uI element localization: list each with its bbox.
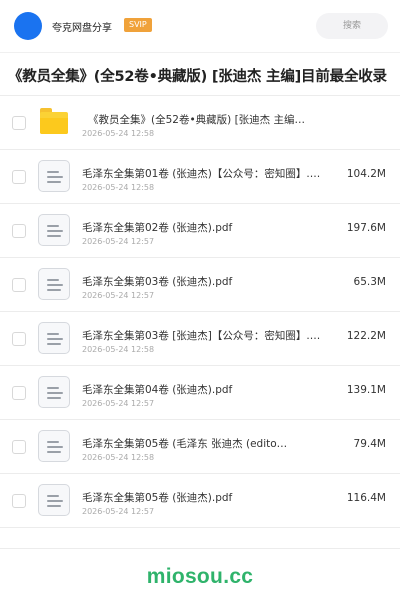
file-name: 毛泽东全集第05卷 (毛泽东 张迪杰 (edito…	[82, 438, 288, 450]
file-name: 毛泽东全集第03卷 [张迪杰]【公众号：密知圈】.…	[82, 330, 321, 342]
list-item[interactable]: 毛泽东全集第03卷 [张迪杰]【公众号：密知圈】.… 2026-05-24 12…	[0, 312, 400, 366]
list-item[interactable]: 毛泽东全集第04卷 (张迪杰).pdf 2026-05-24 12:57 139…	[0, 366, 400, 420]
file-date: 2026-05-24 12:57	[82, 237, 155, 246]
search-input[interactable]: 搜索	[316, 13, 388, 39]
item-checkbox[interactable]	[12, 224, 26, 238]
file-size: 116.4M	[346, 492, 386, 504]
file-date: 2026-05-24 12:57	[82, 399, 155, 408]
file-size: 65.3M	[353, 276, 386, 288]
footer: miosou.cc	[0, 548, 400, 600]
document-icon	[38, 268, 70, 300]
file-size: 197.6M	[346, 222, 386, 234]
file-name: 毛泽东全集第05卷 (张迪杰).pdf	[82, 492, 233, 504]
list-item-folder[interactable]: 《教员全集》(全52卷•典藏版) [张迪杰 主编… 2026-05-24 12:…	[0, 96, 400, 150]
list-item[interactable]: 毛泽东全集第01卷 (张迪杰)【公众号：密知圈】.… 2026-05-24 12…	[0, 150, 400, 204]
list-item[interactable]: 毛泽东全集第03卷 (张迪杰).pdf 2026-05-24 12:57 65.…	[0, 258, 400, 312]
file-size: 104.2M	[346, 168, 386, 180]
file-size: 122.2M	[346, 330, 386, 342]
title-bar: 《教员全集》(全52卷•典藏版) [张迪杰 主编]目前最全收录	[0, 52, 400, 96]
site-logo[interactable]: miosou.cc	[0, 565, 400, 589]
page-title: 《教员全集》(全52卷•典藏版) [张迪杰 主编]目前最全收录	[8, 69, 387, 85]
item-checkbox[interactable]	[12, 170, 26, 184]
document-icon	[38, 484, 70, 516]
item-checkbox[interactable]	[12, 332, 26, 346]
document-icon	[38, 214, 70, 246]
folder-icon	[38, 106, 70, 138]
item-checkbox[interactable]	[12, 116, 26, 130]
file-date: 2026-05-24 12:58	[82, 183, 155, 192]
vip-badge: SVIP	[124, 18, 152, 32]
list-item[interactable]: 毛泽东全集第02卷 (张迪杰).pdf 2026-05-24 12:57 197…	[0, 204, 400, 258]
document-icon	[38, 430, 70, 462]
file-size: 79.4M	[353, 438, 386, 450]
document-icon	[38, 322, 70, 354]
item-checkbox[interactable]	[12, 440, 26, 454]
file-name: 毛泽东全集第04卷 (张迪杰).pdf	[82, 384, 233, 396]
file-date: 2026-05-24 12:58	[82, 453, 155, 462]
file-name: 毛泽东全集第01卷 (张迪杰)【公众号：密知圈】.…	[82, 168, 321, 180]
file-name: 毛泽东全集第02卷 (张迪杰).pdf	[82, 222, 233, 234]
file-date: 2026-05-24 12:57	[82, 507, 155, 516]
item-checkbox[interactable]	[12, 278, 26, 292]
file-name: 毛泽东全集第03卷 (张迪杰).pdf	[82, 276, 233, 288]
document-icon	[38, 376, 70, 408]
item-checkbox[interactable]	[12, 386, 26, 400]
avatar[interactable]	[14, 12, 42, 40]
document-icon	[38, 160, 70, 192]
file-date: 2026-05-24 12:58	[82, 129, 155, 138]
file-size: 139.1M	[346, 384, 386, 396]
list-item[interactable]: 毛泽东全集第05卷 (毛泽东 张迪杰 (edito… 2026-05-24 12…	[0, 420, 400, 474]
item-checkbox[interactable]	[12, 494, 26, 508]
file-date: 2026-05-24 12:58	[82, 345, 155, 354]
file-name: 《教员全集》(全52卷•典藏版) [张迪杰 主编…	[88, 114, 306, 126]
file-date: 2026-05-24 12:57	[82, 291, 155, 300]
header: 夸克网盘分享 SVIP 搜索	[0, 0, 400, 52]
list-item[interactable]: 毛泽东全集第05卷 (张迪杰).pdf 2026-05-24 12:57 116…	[0, 474, 400, 528]
file-list: 《教员全集》(全52卷•典藏版) [张迪杰 主编… 2026-05-24 12:…	[0, 96, 400, 528]
brand-name: 夸克网盘分享	[52, 23, 112, 34]
